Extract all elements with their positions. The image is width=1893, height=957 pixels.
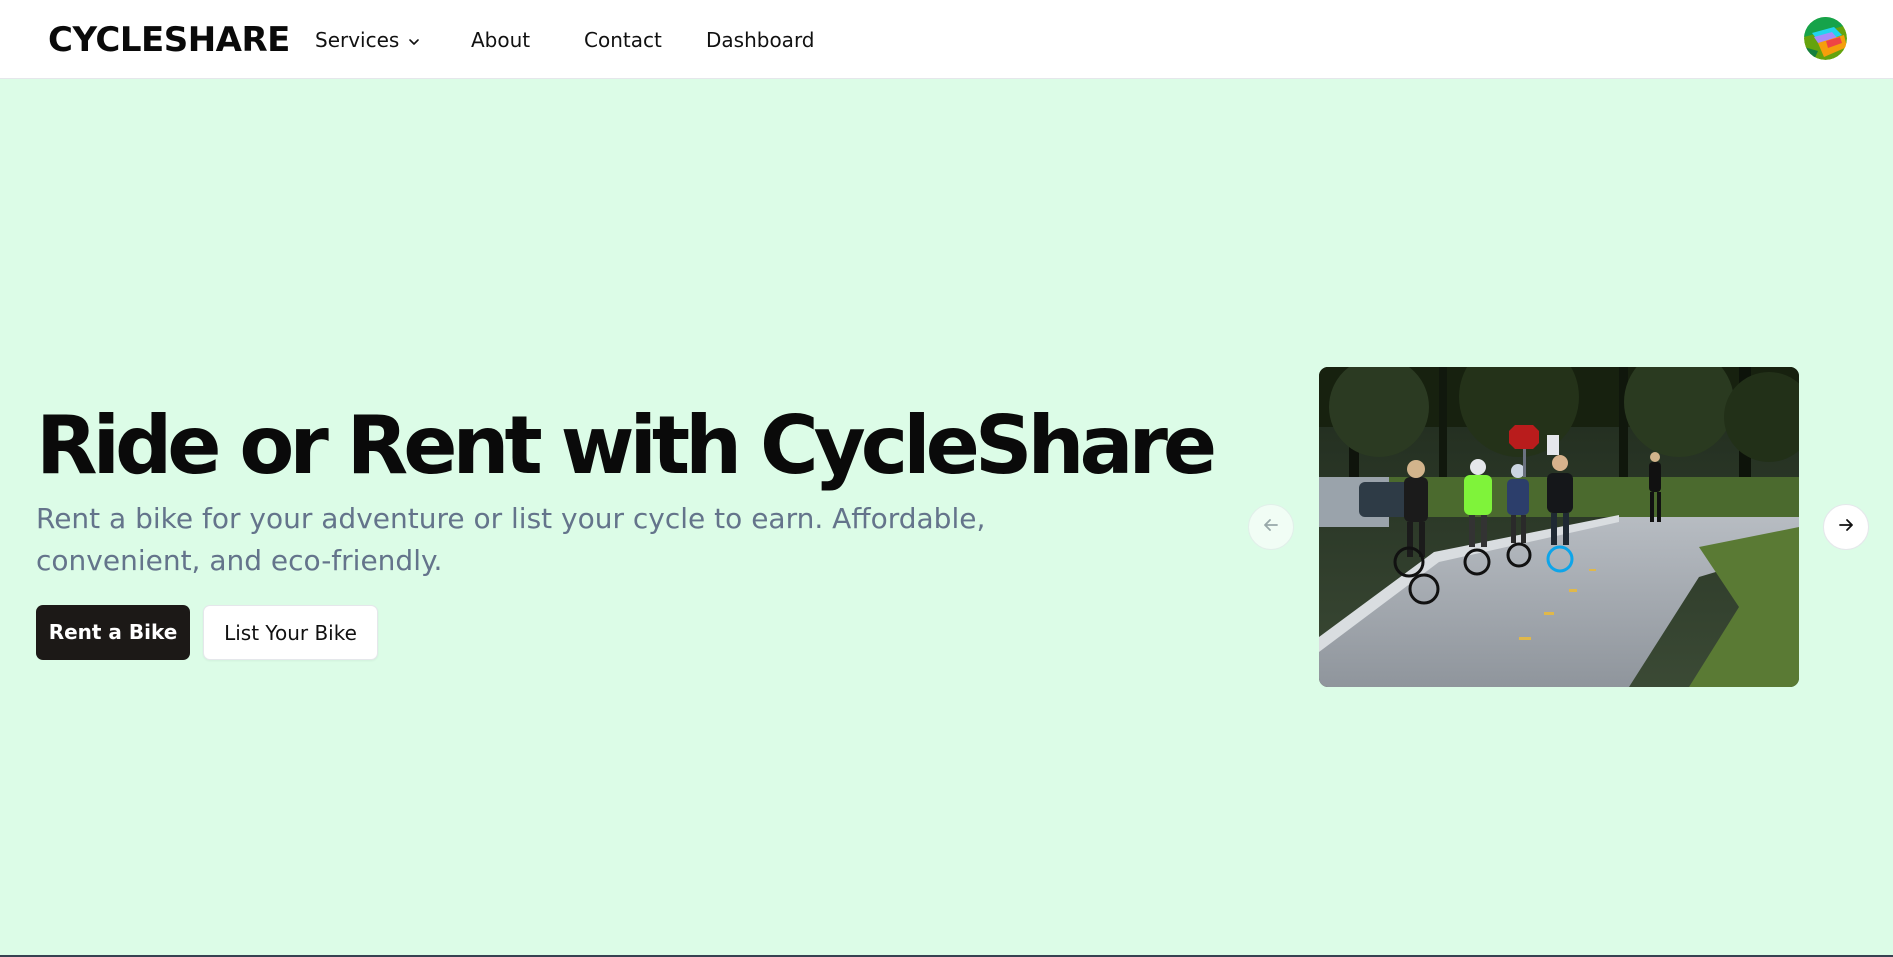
list-your-bike-button[interactable]: List Your Bike [203, 605, 378, 660]
carousel-prev-button[interactable] [1248, 504, 1294, 550]
arrow-left-icon [1261, 515, 1281, 540]
nav-contact-link[interactable]: Contact [584, 26, 662, 54]
chevron-down-icon [407, 28, 421, 56]
hero-title: Ride or Rent with CycleShare [36, 399, 1217, 492]
hero-subtitle: Rent a bike for your adventure or list y… [36, 502, 986, 577]
nav-services-dropdown[interactable]: Services [315, 26, 421, 56]
carousel-next-button[interactable] [1823, 504, 1869, 550]
arrow-right-icon [1836, 515, 1856, 540]
nav-dashboard-link[interactable]: Dashboard [706, 26, 815, 54]
top-navbar: CYCLESHARE Services About Contact Dashbo… [0, 0, 1893, 79]
nav-services-label: Services [315, 28, 400, 52]
nav-about-link[interactable]: About [471, 26, 530, 54]
brand-logo[interactable]: CYCLESHARE [48, 20, 290, 60]
carousel-slide-image [1319, 367, 1799, 687]
rent-a-bike-button[interactable]: Rent a Bike [36, 605, 190, 660]
user-avatar[interactable] [1804, 17, 1847, 60]
